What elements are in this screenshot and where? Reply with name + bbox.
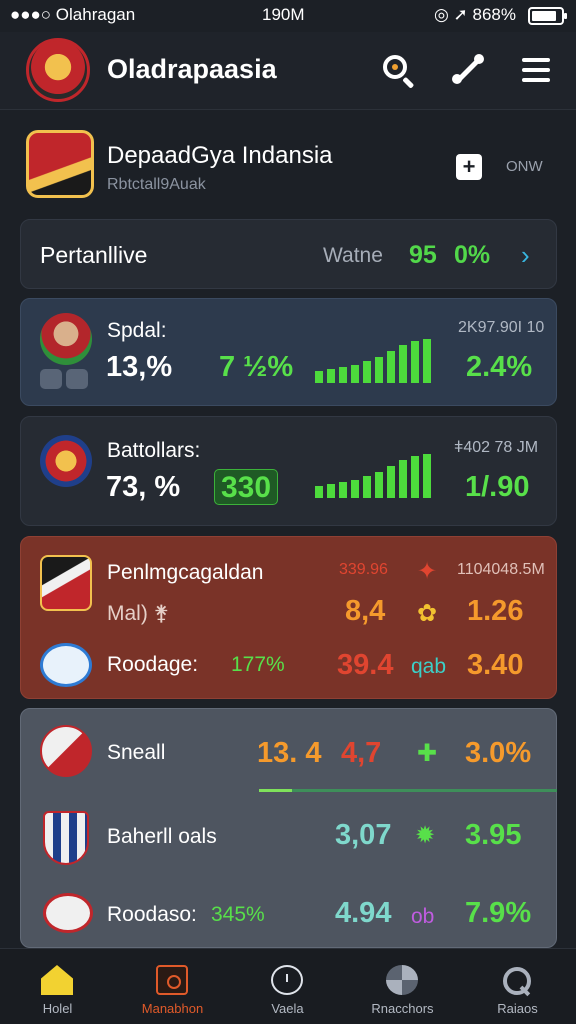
menu-icon[interactable] xyxy=(518,52,554,88)
market-icon xyxy=(156,965,188,995)
club-crest-icon xyxy=(40,555,92,611)
card-value: 3.40 xyxy=(467,649,524,681)
search-icon[interactable] xyxy=(380,52,416,89)
home-icon xyxy=(41,965,73,995)
card-name: Battollars: xyxy=(107,439,201,462)
card-change: 7 ½% xyxy=(219,351,294,383)
badge-pair xyxy=(40,369,92,389)
card-change: 330 xyxy=(214,469,279,505)
green-percent: 177% xyxy=(231,653,285,676)
add-button[interactable]: + xyxy=(456,154,482,180)
club-card[interactable]: Battollars: 73, % 330 ǂ402 78 JM 1/.90 xyxy=(20,416,557,526)
red-value: 339.96 xyxy=(339,561,388,578)
nav-label: Rnacchors xyxy=(371,1001,434,1016)
status-bar: ●●●○ Olahragan 190M ◎ ➚ 868% xyxy=(0,0,576,32)
stats-icon xyxy=(386,965,418,995)
bottom-nav: Holel Manabhon Vaela Rnacchors Raiaos xyxy=(0,948,576,1024)
nav-label: Holel xyxy=(42,1001,73,1016)
nav-label: Manabhon xyxy=(141,1001,204,1016)
card-name: Penlmgcagaldan xyxy=(107,561,264,584)
card-name: Spdal: xyxy=(107,319,167,342)
app-title: Oladrapaasia xyxy=(107,54,277,84)
club-crest-icon xyxy=(40,725,92,777)
card-name: Sneall xyxy=(107,741,166,764)
nav-market[interactable]: Manabhon xyxy=(115,949,230,1024)
card-value: 1.26 xyxy=(467,595,524,627)
chevron-right-icon[interactable]: › xyxy=(521,240,530,271)
nav-label: Raiaos xyxy=(497,1001,538,1016)
watch-label: Watne xyxy=(323,244,383,267)
club-logo-icon[interactable] xyxy=(26,38,90,102)
edit-icon[interactable] xyxy=(450,52,486,88)
club-shield-icon xyxy=(43,811,89,865)
nav-stats[interactable]: Rnacchors xyxy=(345,949,460,1024)
card-value: 3.0% xyxy=(465,737,532,769)
app-header: Oladrapaasia xyxy=(0,32,576,110)
card-meta: 2K97.90I 10 xyxy=(458,319,545,336)
club-crest-icon xyxy=(40,435,92,487)
tag-label: qab xyxy=(411,655,447,678)
teal-value: 4.94 xyxy=(335,897,392,929)
team-subtitle: Rbtctall9Auak xyxy=(107,176,206,193)
club-badge-icon xyxy=(43,893,93,933)
card-sub-name: Roodaso: xyxy=(107,903,197,926)
trend-bars xyxy=(315,454,439,498)
carrier-label: ●●●○ Olahragan xyxy=(10,5,136,24)
plus-icon: ✚ xyxy=(417,740,438,767)
ball-icon: ✦ xyxy=(417,558,438,585)
watch-icon xyxy=(271,965,303,995)
nav-home[interactable]: Holel xyxy=(0,949,115,1024)
status-time: 190M xyxy=(262,5,305,24)
green-percent: 345% xyxy=(211,903,265,926)
card-meta: ǂ402 78 JM xyxy=(454,439,539,456)
team-tag: ONW xyxy=(506,158,543,175)
star-icon: ✿ xyxy=(417,600,438,627)
card-meta: 1104048.5M xyxy=(457,561,545,578)
card-value: 7.9% xyxy=(465,897,532,929)
team-header: DepaadGya Indansia Rbtctall9Auak + ONW xyxy=(0,112,576,212)
tag-label: ob xyxy=(411,905,435,928)
league-card[interactable]: Sneall 13. 4 4,7 ✚ 3.0% Baherll oals 3,0… xyxy=(20,708,557,948)
gear-icon: ✹ xyxy=(415,822,436,849)
card-sub-name: Roodage: xyxy=(107,653,199,676)
battery-icon xyxy=(528,7,567,25)
team-crest-icon xyxy=(26,130,94,198)
teal-value: 3,07 xyxy=(335,819,392,851)
nav-search[interactable]: Raiaos xyxy=(460,949,575,1024)
card-sub-name: Mal) ⚵ xyxy=(107,602,170,625)
orange-value: 8,4 xyxy=(345,595,386,627)
player-card[interactable]: Spdal: 13,% 7 ½% 2K97.90I 10 2.4% xyxy=(20,298,557,406)
card-percent: 13,% xyxy=(106,351,173,383)
player-avatar xyxy=(40,313,92,365)
nav-watch[interactable]: Vaela xyxy=(230,949,345,1024)
card-value: 3.95 xyxy=(465,819,522,851)
battery-label: ◎ ➚ 868% xyxy=(433,5,516,24)
card-value: 2.4% xyxy=(466,351,533,383)
performance-value: 95 xyxy=(409,241,437,269)
progress-bar xyxy=(259,789,557,792)
nav-label: Vaela xyxy=(271,1001,304,1016)
club-badge-icon xyxy=(40,643,92,687)
card-sub-name: Baherll oals xyxy=(107,825,217,848)
search-icon xyxy=(501,965,533,995)
performance-label: Pertanllive xyxy=(40,242,148,268)
trend-bars xyxy=(315,339,439,383)
performance-percent: 0% xyxy=(454,241,491,269)
match-card[interactable]: Penlmgcagaldan 339.96 ✦ 1104048.5M Mal) … xyxy=(20,536,557,699)
team-name: DepaadGya Indansia xyxy=(107,142,333,169)
red-value: 39.4 xyxy=(337,649,394,681)
card-value: 1/.90 xyxy=(465,471,530,503)
red-value: 4,7 xyxy=(341,737,382,769)
performance-row[interactable]: Pertanllive Watne 95 0% › xyxy=(20,219,557,289)
card-percent: 73, % xyxy=(106,471,181,503)
orange-value: 13. 4 xyxy=(257,737,322,769)
